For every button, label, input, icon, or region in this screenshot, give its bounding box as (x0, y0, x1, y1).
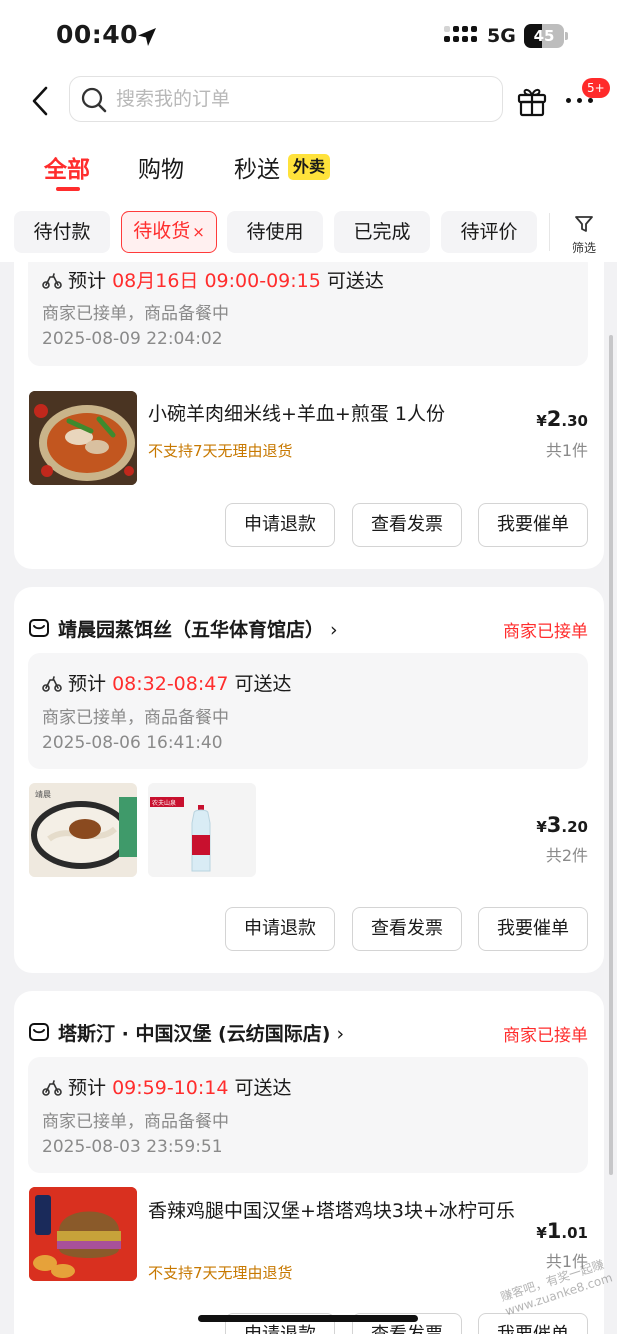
merchant-status-text: 商家已接单，商品备餐中 (42, 708, 229, 728)
invoice-button[interactable]: 查看发票 (352, 907, 462, 951)
tab-shopping[interactable]: 购物 (138, 150, 184, 184)
eta-time: 08:32-08:47 (112, 673, 229, 695)
chevron-right-icon: › (330, 619, 338, 641)
shop-name-text: 靖晨园蒸饵丝（五华体育馆店） (58, 619, 325, 641)
filter-completed[interactable]: 已完成 (334, 211, 430, 253)
order-status: 商家已接单 (503, 1026, 588, 1046)
search-input[interactable] (116, 85, 486, 113)
tab-all[interactable]: 全部 (44, 150, 90, 184)
store-icon (29, 1023, 49, 1041)
type-tabs: 全部 购物 秒送 外卖 (0, 140, 617, 196)
no-return-note: 不支持7天无理由退货 (148, 442, 293, 460)
delivery-scooter-icon (42, 273, 62, 289)
close-icon[interactable]: × (192, 223, 205, 241)
eta-time: 09:59-10:14 (112, 1077, 229, 1099)
search-icon (81, 87, 107, 113)
eta-box: 预计 08:32-08:47 可送达 商家已接单，商品备餐中 2025-08-0… (28, 653, 588, 769)
item-title[interactable]: 香辣鸡腿中国汉堡+塔塔鸡块3块+冰柠可乐 (148, 1197, 518, 1225)
order-card[interactable]: 预计 08月16日 09:00-09:15 可送达 商家已接单，商品备餐中 20… (14, 262, 604, 569)
item-title[interactable]: 小碗羊肉细米线+羊血+煎蛋 1人份 (148, 400, 445, 428)
store-icon (29, 619, 49, 637)
svg-text:农夫山泉: 农夫山泉 (152, 799, 176, 807)
water-bottle-image: 农夫山泉 (148, 783, 256, 877)
item-count: 共1件 (545, 441, 588, 460)
filter-pending-receipt-label: 待收货 (133, 220, 191, 242)
merchant-status-text: 商家已接单，商品备餐中 (42, 1112, 229, 1132)
product-image[interactable] (29, 391, 137, 485)
tab-underline (56, 187, 80, 191)
refund-button[interactable]: 申请退款 (225, 907, 335, 951)
price: ¥1.01 (536, 1219, 588, 1243)
order-card[interactable]: 靖晨园蒸饵丝（五华体育馆店） › 商家已接单 预计 08:32-08:47 可送达… (14, 587, 604, 973)
filter-pending-review[interactable]: 待评价 (441, 211, 537, 253)
filter-pending-payment[interactable]: 待付款 (14, 211, 110, 253)
order-status: 商家已接单 (503, 622, 588, 642)
shop-name[interactable]: 塔斯汀 · 中国汉堡 (云纺国际店) › (58, 1019, 344, 1046)
merchant-status-text: 商家已接单，商品备餐中 (42, 304, 229, 324)
eta-line: 预计 08月16日 09:00-09:15 可送达 (42, 266, 384, 293)
order-timestamp: 2025-08-09 22:04:02 (42, 329, 223, 349)
refund-button[interactable]: 申请退款 (225, 503, 335, 547)
eta-box: 预计 08月16日 09:00-09:15 可送达 商家已接单，商品备餐中 20… (28, 262, 588, 366)
price: ¥2.30 (536, 407, 588, 431)
scrollbar[interactable] (609, 335, 613, 1175)
steamed-rice-noodle-image: 靖晨 (29, 783, 137, 877)
burger-combo-image (29, 1187, 137, 1281)
nav-bar (0, 72, 617, 128)
more-badge: 5+ (582, 78, 610, 98)
gift-icon[interactable] (515, 84, 549, 118)
shop-row[interactable]: 塔斯汀 · 中国汉堡 (云纺国际店) › 商家已接单 (28, 1019, 590, 1049)
chevron-right-icon: › (336, 1023, 345, 1045)
eta-prefix: 预计 (68, 1077, 107, 1099)
eta-line: 预计 09:59-10:14 可送达 (42, 1073, 292, 1100)
funnel-icon (575, 216, 593, 232)
battery-icon: 45 (524, 24, 568, 48)
rice-noodle-bowl-image (29, 391, 137, 485)
shop-name-text: 塔斯汀 · 中国汉堡 (云纺国际店) (58, 1023, 331, 1045)
back-icon[interactable] (26, 84, 56, 118)
product-image[interactable]: 农夫山泉 (148, 783, 256, 877)
cellular-signal-icon (444, 26, 478, 48)
urge-order-button[interactable]: 我要催单 (478, 503, 588, 547)
eta-line: 预计 08:32-08:47 可送达 (42, 669, 292, 696)
price: ¥3.20 (536, 813, 588, 837)
urge-order-button[interactable]: 我要催单 (478, 907, 588, 951)
filter-divider (549, 213, 550, 251)
location-arrow-icon (138, 28, 156, 46)
eta-suffix: 可送达 (326, 270, 384, 292)
eta-prefix: 预计 (68, 270, 107, 292)
takeout-badge: 外卖 (288, 154, 331, 180)
item-count: 共2件 (545, 846, 588, 865)
shop-name[interactable]: 靖晨园蒸饵丝（五华体育馆店） › (58, 615, 338, 642)
eta-suffix: 可送达 (234, 1077, 292, 1099)
search-bar[interactable] (69, 76, 503, 122)
tab-express[interactable]: 秒送 (234, 150, 280, 184)
status-time: 00:40 (56, 20, 139, 49)
urge-order-button[interactable]: 我要催单 (478, 1313, 588, 1334)
top-area: 00:40 5G 45 搜索我的订单 5+ 全部 购物 秒送 外卖 待付款 待收… (0, 0, 617, 262)
status-bar: 00:40 5G 45 (0, 0, 617, 70)
delivery-scooter-icon (42, 1080, 62, 1096)
shop-row[interactable]: 靖晨园蒸饵丝（五华体育馆店） › 商家已接单 (28, 615, 590, 645)
order-timestamp: 2025-08-06 16:41:40 (42, 733, 223, 753)
battery-percent: 45 (533, 27, 555, 45)
filter-pending-use[interactable]: 待使用 (227, 211, 323, 253)
no-return-note: 不支持7天无理由退货 (148, 1264, 293, 1282)
product-image[interactable]: 靖晨 (29, 783, 137, 877)
eta-time: 08月16日 09:00-09:15 (112, 270, 321, 292)
filter-row: 待付款 待收货 × 待使用 已完成 待评价 筛选 (0, 205, 617, 261)
network-type: 5G (487, 25, 516, 47)
filter-pending-receipt[interactable]: 待收货 × (121, 211, 217, 253)
eta-box: 预计 09:59-10:14 可送达 商家已接单，商品备餐中 2025-08-0… (28, 1057, 588, 1173)
filter-button-label: 筛选 (571, 241, 596, 255)
filter-button[interactable]: 筛选 (564, 211, 604, 255)
home-indicator[interactable] (198, 1315, 418, 1322)
svg-text:靖晨: 靖晨 (35, 789, 51, 799)
delivery-scooter-icon (42, 676, 62, 692)
eta-suffix: 可送达 (234, 673, 292, 695)
invoice-button[interactable]: 查看发票 (352, 503, 462, 547)
order-timestamp: 2025-08-03 23:59:51 (42, 1137, 223, 1157)
eta-prefix: 预计 (68, 673, 107, 695)
product-image[interactable] (29, 1187, 137, 1281)
